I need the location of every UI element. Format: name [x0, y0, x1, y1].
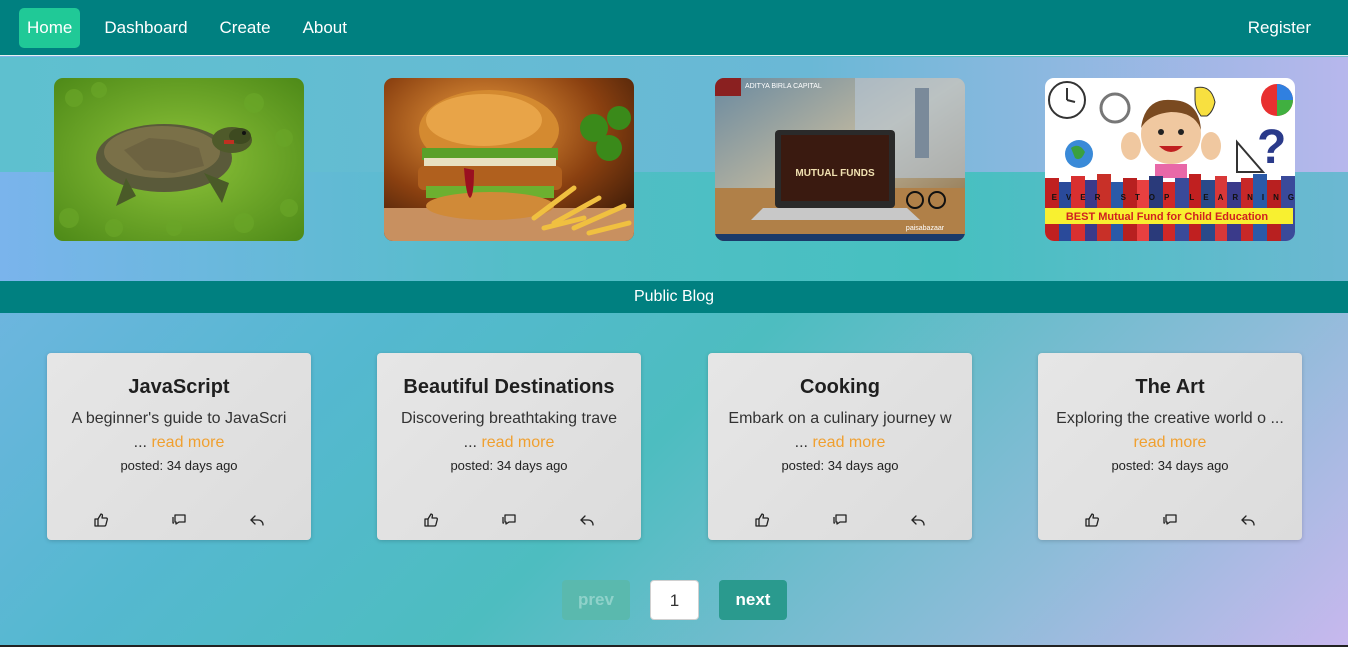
- comment-icon[interactable]: [501, 512, 517, 528]
- card-excerpt: Discovering breathtaking trave ... read …: [400, 410, 618, 451]
- card-excerpt: Exploring the creative world o ... read …: [1056, 410, 1284, 451]
- mutual-funds-caption: MUTUAL FUNDS: [795, 168, 875, 179]
- card-actions: [47, 512, 311, 528]
- blog-card-cooking[interactable]: Cooking Embark on a culinary journey w .…: [708, 353, 972, 540]
- hero-image-turtle: [54, 78, 304, 241]
- read-more-link[interactable]: read more: [812, 434, 885, 451]
- reply-icon[interactable]: [1240, 512, 1256, 528]
- card-excerpt: A beginner's guide to JavaScri ... read …: [71, 410, 287, 451]
- blog-card-javascript[interactable]: JavaScript A beginner's guide to JavaScr…: [47, 353, 311, 540]
- section-title-bar: Public Blog: [0, 281, 1348, 313]
- card-date: posted: 34 days ago: [781, 458, 899, 473]
- thumbs-up-icon[interactable]: [1084, 512, 1100, 528]
- next-button[interactable]: next: [719, 580, 787, 620]
- nav-register-link[interactable]: Register: [1240, 8, 1319, 48]
- blog-card-the-art[interactable]: The Art Exploring the creative world o .…: [1038, 353, 1302, 540]
- card-title: Beautiful Destinations: [403, 376, 615, 398]
- nav-dashboard-link[interactable]: Dashboard: [96, 8, 195, 48]
- hero-image-child-education: ? NEVER STOP LEARNING BEST Mutual Fund f…: [1045, 78, 1295, 241]
- reply-icon[interactable]: [579, 512, 595, 528]
- brand-bottom: paisabazaar: [906, 225, 945, 232]
- card-excerpt: Embark on a culinary journey w ... read …: [728, 410, 952, 451]
- thumbs-up-icon[interactable]: [93, 512, 109, 528]
- comment-icon[interactable]: [832, 512, 848, 528]
- card-actions: [708, 512, 972, 528]
- thumbs-up-icon[interactable]: [423, 512, 439, 528]
- card-actions: [1038, 512, 1302, 528]
- brand-top: ADITYA BIRLA CAPITAL: [745, 83, 822, 90]
- svg-text:?: ?: [1257, 121, 1286, 174]
- reply-icon[interactable]: [910, 512, 926, 528]
- comment-icon[interactable]: [171, 512, 187, 528]
- never-stop-learning-text: NEVER STOP LEARNING: [1045, 193, 1295, 202]
- blog-card-beautiful-destinations[interactable]: Beautiful Destinations Discovering breat…: [377, 353, 641, 540]
- card-actions: [377, 512, 641, 528]
- card-title: JavaScript: [128, 376, 230, 398]
- card-date: posted: 34 days ago: [1111, 458, 1229, 473]
- card-date: posted: 34 days ago: [120, 458, 238, 473]
- hero-image-burger: [384, 78, 634, 241]
- page-number[interactable]: 1: [650, 580, 699, 620]
- nav-home-link[interactable]: Home: [19, 7, 81, 48]
- thumbs-up-icon[interactable]: [754, 512, 770, 528]
- prev-button[interactable]: prev: [562, 580, 630, 620]
- card-title: Cooking: [800, 376, 880, 398]
- card-date: posted: 34 days ago: [450, 458, 568, 473]
- read-more-link[interactable]: read more: [1134, 434, 1207, 451]
- read-more-link[interactable]: read more: [481, 434, 554, 451]
- read-more-link[interactable]: read more: [151, 434, 224, 451]
- card-title: The Art: [1135, 376, 1205, 398]
- nav-create-link[interactable]: Create: [212, 8, 279, 48]
- nav-about-link[interactable]: About: [295, 8, 355, 48]
- comment-icon[interactable]: [1162, 512, 1178, 528]
- navbar: Home Dashboard Create About Register: [0, 0, 1348, 56]
- child-education-caption: BEST Mutual Fund for Child Education: [1066, 211, 1269, 223]
- hero-image-mutual-funds: ADITYA BIRLA CAPITAL MUTUAL FUNDS paisab…: [715, 78, 965, 241]
- reply-icon[interactable]: [249, 512, 265, 528]
